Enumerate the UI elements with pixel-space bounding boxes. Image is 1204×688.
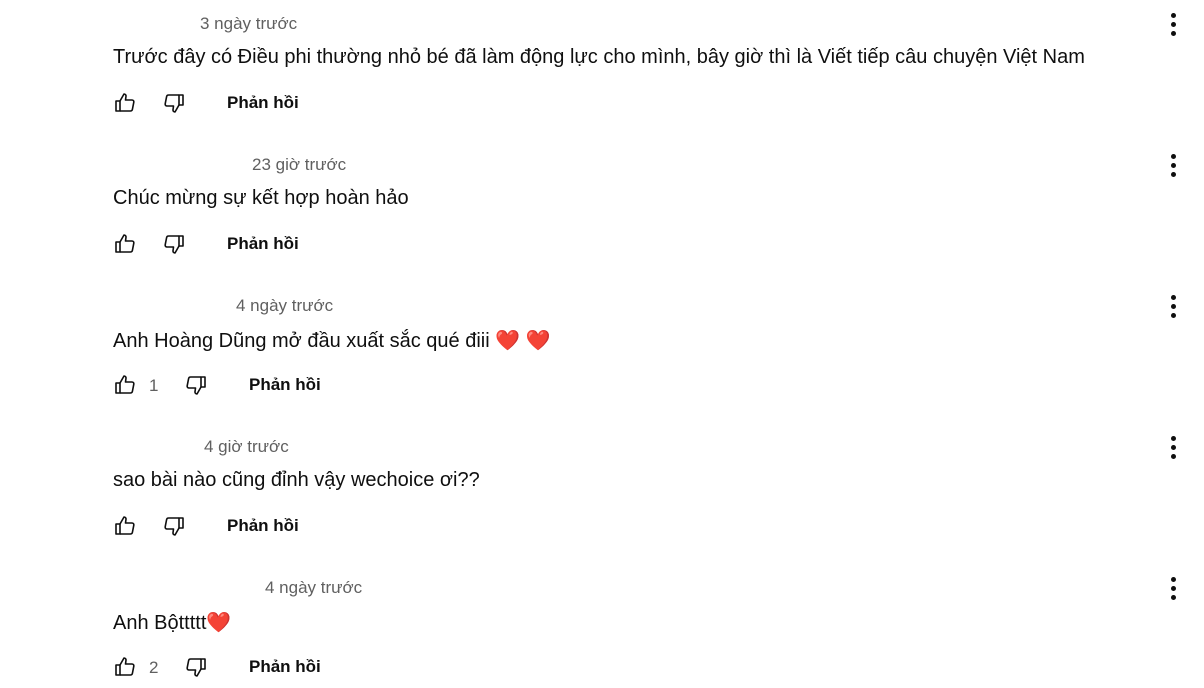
more-dot xyxy=(1170,453,1176,459)
comment-timestamp[interactable]: 23 giờ trước xyxy=(252,155,346,175)
heart-emoji: ❤️ xyxy=(525,328,551,352)
comment-text: sao bài nào cũng đỉnh vậy wechoice ơi?? xyxy=(113,469,480,492)
more-actions-button[interactable] xyxy=(1162,150,1184,180)
reply-button[interactable]: Phản hồi xyxy=(227,516,299,536)
thumb-up-outline-icon xyxy=(115,516,135,535)
more-dot xyxy=(1170,585,1176,591)
more-vertical-icon xyxy=(1170,12,1176,18)
reply-button[interactable]: Phản hồi xyxy=(227,93,299,113)
heart-emoji: ❤️ xyxy=(495,328,521,352)
more-actions-button[interactable] xyxy=(1162,432,1184,462)
like-button[interactable] xyxy=(113,231,137,257)
dislike-button[interactable] xyxy=(162,231,186,257)
comment-body: Anh Hoàng Dũng mở đầu xuất sắc qué điii xyxy=(113,330,490,352)
like-count: 2 xyxy=(149,658,159,677)
comment-text: Trước đây có Điều phi thường nhỏ bé đã l… xyxy=(113,46,1085,69)
like-count: 1 xyxy=(149,376,159,395)
more-dot xyxy=(1170,303,1176,309)
comment-body: Chúc mừng sự kết hợp hoàn hảo xyxy=(113,187,409,209)
comment-text: Anh Bộttttt❤️ xyxy=(113,610,231,635)
thumb-up-outline-icon xyxy=(115,375,135,394)
comment-text: Anh Hoàng Dũng mở đầu xuất sắc qué điii … xyxy=(113,328,551,353)
comment-thread: 4 ngày trước Anh Hoàng Dũng mở đầu xuất … xyxy=(0,282,1204,423)
heart-emoji: ❤️ xyxy=(206,610,232,634)
more-actions-button[interactable] xyxy=(1162,573,1184,603)
more-dot xyxy=(1170,444,1176,450)
reply-button[interactable]: Phản hồi xyxy=(249,375,321,395)
more-dot xyxy=(1170,21,1176,27)
comment-body: Trước đây có Điều phi thường nhỏ bé đã l… xyxy=(113,46,1085,68)
comment-timestamp[interactable]: 4 giờ trước xyxy=(204,437,289,457)
comment-timestamp[interactable]: 4 ngày trước xyxy=(236,296,333,316)
thumb-up-outline-icon xyxy=(115,234,135,253)
thumb-down-outline-icon xyxy=(164,94,184,113)
more-vertical-icon xyxy=(1170,435,1176,441)
more-dot xyxy=(1170,162,1176,168)
comment-list: 3 ngày trước Trước đây có Điều phi thườn… xyxy=(0,0,1204,688)
dislike-button[interactable] xyxy=(162,513,186,539)
more-vertical-icon xyxy=(1170,294,1176,300)
dislike-button[interactable] xyxy=(162,90,186,116)
comment-thread: 4 giờ trước sao bài nào cũng đỉnh vậy we… xyxy=(0,423,1204,564)
dislike-button[interactable] xyxy=(184,372,208,398)
comment-timestamp[interactable]: 3 ngày trước xyxy=(200,14,297,34)
more-vertical-icon xyxy=(1170,576,1176,582)
comment-body: Anh Bộttttt xyxy=(113,612,207,634)
comment-thread: 23 giờ trước Chúc mừng sự kết hợp hoàn h… xyxy=(0,141,1204,282)
reply-button[interactable]: Phản hồi xyxy=(227,234,299,254)
comment-body: sao bài nào cũng đỉnh vậy wechoice ơi?? xyxy=(113,469,480,491)
thumb-down-outline-icon xyxy=(164,235,184,254)
more-vertical-icon xyxy=(1170,153,1176,159)
thumb-down-outline-icon xyxy=(186,376,206,395)
like-button[interactable] xyxy=(113,654,137,680)
more-dot xyxy=(1170,594,1176,600)
thumb-down-outline-icon xyxy=(186,658,206,677)
more-actions-button[interactable] xyxy=(1162,291,1184,321)
comment-thread: 3 ngày trước Trước đây có Điều phi thườn… xyxy=(0,0,1204,141)
dislike-button[interactable] xyxy=(184,654,208,680)
comment-timestamp[interactable]: 4 ngày trước xyxy=(265,578,362,598)
reply-button[interactable]: Phản hồi xyxy=(249,657,321,677)
more-dot xyxy=(1170,30,1176,36)
comment-text: Chúc mừng sự kết hợp hoàn hảo xyxy=(113,187,409,210)
like-button[interactable] xyxy=(113,372,137,398)
more-actions-button[interactable] xyxy=(1162,9,1184,39)
like-button[interactable] xyxy=(113,90,137,116)
more-dot xyxy=(1170,312,1176,318)
thumb-down-outline-icon xyxy=(164,517,184,536)
like-button[interactable] xyxy=(113,513,137,539)
comment-thread: 4 ngày trước Anh Bộttttt❤️ 2 Phản hồi xyxy=(0,564,1204,688)
thumb-up-outline-icon xyxy=(115,93,135,112)
more-dot xyxy=(1170,171,1176,177)
thumb-up-outline-icon xyxy=(115,657,135,676)
